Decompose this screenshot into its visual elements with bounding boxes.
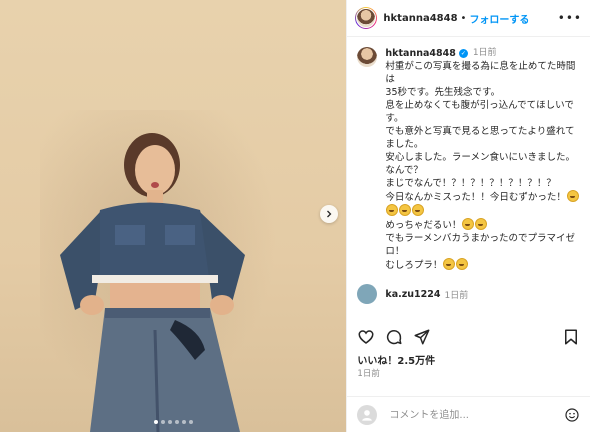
grin-emoji-icon [386,204,399,216]
carousel-dots [0,420,346,424]
paper-plane-icon[interactable] [413,328,431,346]
caption-line: 安心しました。ラーメン食いにいきました。なんで？ [385,152,576,176]
grin-emoji-icon [566,190,579,202]
caption-header: hktanna4848 ✓ 1日前 [385,47,582,60]
caption-body: hktanna4848 ✓ 1日前 村重がこの写真を撮る為に息を止めてた時間は … [385,47,582,272]
default-avatar-icon [362,410,373,421]
grin-emoji-icon [399,204,412,216]
carousel-dot [167,420,172,424]
carousel-dot [153,420,158,424]
caption-username[interactable]: hktanna4848 [385,47,455,60]
action-bar [347,325,590,349]
carousel-dot [188,420,193,424]
more-options-icon[interactable]: ••• [558,11,582,25]
caption-avatar[interactable] [357,47,378,67]
post-photo[interactable] [0,0,347,432]
caption-line-text: めっちゃだるい！ [385,220,462,231]
chevron-right-icon [327,210,332,218]
caption-line: 息を止めなくても腹が引っ込んでてほしいです。 [385,100,574,124]
carousel-dot [160,420,165,424]
smiley-icon[interactable] [564,407,580,423]
carousel-dot [174,420,179,424]
comment-bubble-icon[interactable] [385,328,403,346]
likes-count[interactable]: いいね！2.5万件 [357,352,435,367]
caption-line: でもラーメンバカうまかったのでプラマイゼロ！ [385,233,576,257]
follow-button[interactable]: フォローする [469,11,529,26]
caption-comment: hktanna4848 ✓ 1日前 村重がこの写真を撮る為に息を止めてた時間は … [347,37,590,272]
caption-line-grin: むしろプラ！ [385,258,582,272]
heart-icon[interactable] [357,328,375,346]
grin-emoji-icon [412,204,425,216]
verified-badge-icon: ✓ [458,49,468,58]
post-date: 1日前 [357,369,380,379]
current-user-avatar [357,405,378,425]
grin-emoji-icon [456,258,469,270]
commenter-username[interactable]: ka.zu1224 [385,289,440,300]
caption-line-text: 今日なんかミスった！！今日むずかった！ [385,192,566,203]
grin-emoji-icon [443,258,456,270]
caption-line-grin: めっちゃだるい！ [385,218,582,232]
comment-item: ka.zu1224 1日前 [347,272,590,304]
caption-line-text: むしろプラ！ [385,260,443,271]
author-avatar[interactable] [355,7,378,29]
caption-line-grin: 今日なんかミスった！！今日むずかった！ [385,190,582,218]
carousel-dot [181,420,186,424]
add-comment-bar [347,396,590,433]
post-side-panel: hktanna4848 • フォローする ••• hktanna4848 ✓ 1… [346,0,590,432]
comments-section[interactable]: hktanna4848 ✓ 1日前 村重がこの写真を撮る為に息を止めてた時間は … [347,37,590,320]
caption-line: でも意外と写真で見ると思ってたより盛れてました。 [385,126,575,150]
person-figure [60,133,245,432]
comment-time: 1日前 [444,290,469,301]
author-username[interactable]: hktanna4848 [383,13,457,24]
grin-emoji-icon [475,218,488,230]
commenter-avatar[interactable] [357,284,378,304]
comment-input[interactable] [387,408,552,422]
next-photo-button[interactable] [320,205,338,223]
caption-line: 村重がこの写真を撮る為に息を止めてた時間は [385,61,576,85]
caption-line: 35秒です。先生残念です。 [385,87,501,98]
caption-time: 1日前 [472,48,497,58]
header-separator: • [460,12,467,24]
author-avatar-image [356,8,377,28]
bookmark-icon[interactable] [562,328,580,346]
post-dialog: hktanna4848 • フォローする ••• hktanna4848 ✓ 1… [0,0,590,432]
post-header: hktanna4848 • フォローする ••• [347,0,590,37]
caption-line: まじでなんで！？！？！？！？！？！？ [385,178,556,189]
grin-emoji-icon [462,218,475,230]
